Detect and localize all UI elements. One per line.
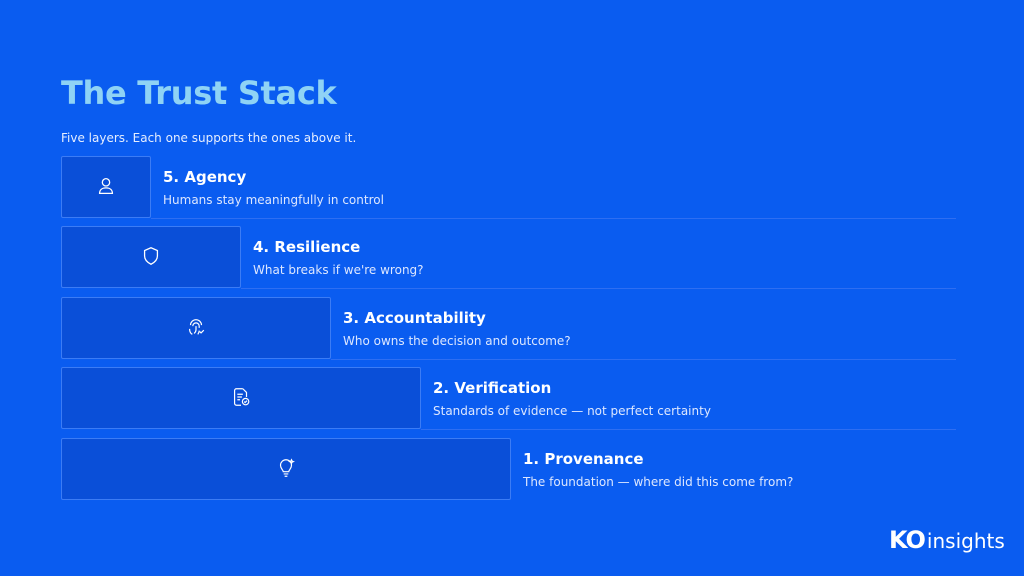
layer-2-name: 2. Verification (433, 379, 552, 397)
trust-stack-diagram: 5. Agency Humans stay meaningfully in co… (0, 0, 1024, 576)
layer-5-name: 5. Agency (163, 168, 247, 186)
logo-text: insights (926, 529, 1005, 553)
document-check-icon (230, 386, 252, 408)
layer-4-description: What breaks if we're wrong? (253, 263, 424, 277)
layer-4-divider (241, 288, 956, 289)
layer-2-description: Standards of evidence — not perfect cert… (433, 404, 711, 418)
layer-3-accountability: 3. Accountability Who owns the decision … (61, 297, 956, 361)
layer-3-description: Who owns the decision and outcome? (343, 334, 571, 348)
layer-1-name: 1. Provenance (523, 450, 644, 468)
ko-insights-logo: KO insights (889, 526, 1005, 556)
layer-4-name: 4. Resilience (253, 238, 361, 256)
shield-icon (140, 245, 162, 267)
user-icon (95, 175, 117, 197)
fingerprint-icon (185, 316, 207, 338)
layer-2-verification: 2. Verification Standards of evidence — … (61, 367, 956, 431)
layer-5-agency: 5. Agency Humans stay meaningfully in co… (61, 156, 956, 220)
layer-3-divider (331, 359, 956, 360)
layer-5-divider (151, 218, 956, 219)
layer-2-divider (421, 429, 956, 430)
lightbulb-icon (275, 457, 297, 479)
layer-5-description: Humans stay meaningfully in control (163, 193, 384, 207)
logo-mark: KO (889, 526, 926, 554)
layer-1-description: The foundation — where did this come fro… (523, 475, 794, 489)
layer-1-provenance: 1. Provenance The foundation — where did… (61, 438, 956, 502)
layer-3-name: 3. Accountability (343, 309, 486, 327)
layer-4-resilience: 4. Resilience What breaks if we're wrong… (61, 226, 956, 290)
